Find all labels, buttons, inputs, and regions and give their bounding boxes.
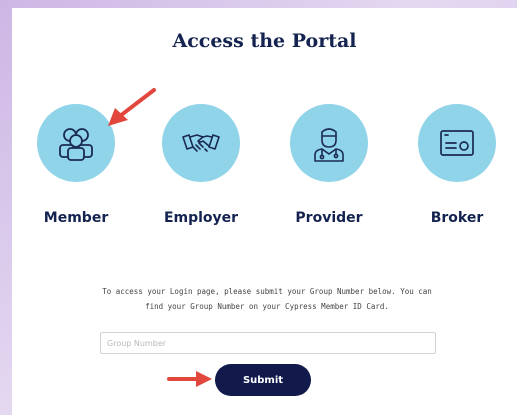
portal-panel: Access the Portal Member Employer Provid… <box>12 8 517 415</box>
pointer-arrow-member <box>108 88 156 126</box>
provider-circle[interactable] <box>290 104 368 182</box>
employer-circle[interactable] <box>162 104 240 182</box>
role-broker[interactable]: Broker <box>402 104 517 244</box>
members-icon <box>59 128 93 161</box>
page-title: Access the Portal <box>172 30 357 52</box>
role-employer[interactable]: Employer <box>146 104 266 244</box>
role-label-broker[interactable]: Broker <box>402 210 512 226</box>
handshake-icon <box>182 134 220 152</box>
instructions-line-1: To access your Login page, please submit… <box>102 287 432 296</box>
doctor-icon <box>314 128 344 162</box>
role-label-provider[interactable]: Provider <box>274 210 384 226</box>
pointer-arrow-submit <box>167 371 212 387</box>
instructions-line-2: find your Group Number on your Cypress M… <box>145 302 389 311</box>
broker-circle[interactable] <box>418 104 496 182</box>
role-label-member[interactable]: Member <box>21 210 131 226</box>
submit-button[interactable]: Submit <box>215 364 311 396</box>
group-number-input[interactable] <box>100 332 436 354</box>
instructions-text: To access your Login page, please submit… <box>92 284 442 314</box>
id-card-icon <box>440 130 474 156</box>
role-provider[interactable]: Provider <box>274 104 394 244</box>
role-label-employer[interactable]: Employer <box>146 210 256 226</box>
